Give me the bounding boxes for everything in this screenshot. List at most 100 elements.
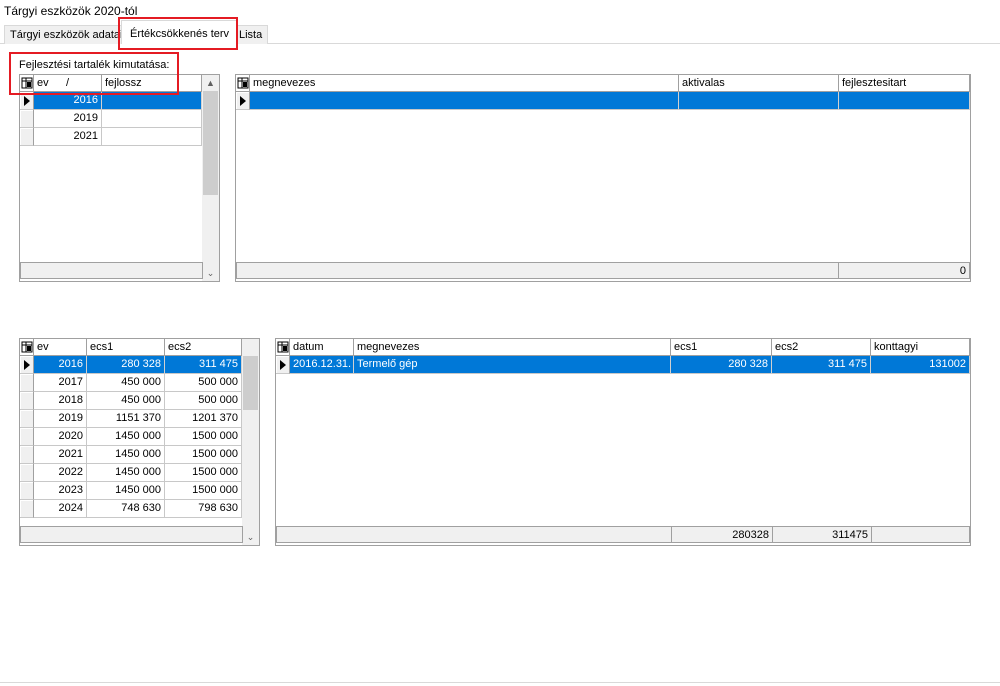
cell-ecs1[interactable]: 1450 000 (87, 482, 165, 500)
grid-column-icon[interactable] (20, 75, 34, 92)
row-pointer-icon (276, 356, 290, 374)
tab-targyi-eszkozok-adatai[interactable]: Tárgyi eszközök adatai (4, 25, 129, 44)
cell-ecs2[interactable]: 311 475 (772, 356, 871, 374)
cell-ecs1[interactable]: 280 328 (87, 356, 165, 374)
table-row[interactable]: 2019 1151 370 1201 370 (20, 410, 242, 428)
cell-ecs1[interactable]: 450 000 (87, 392, 165, 410)
cell-fejlossz[interactable] (102, 110, 202, 128)
table-row[interactable]: 2022 1450 000 1500 000 (20, 464, 242, 482)
ecs-detail-grid: datum megnevezes ecs1 ecs2 konttagyi 201… (275, 338, 971, 546)
cell-ev[interactable]: 2021 (34, 128, 102, 146)
col-header-ecs1[interactable]: ecs1 (671, 339, 772, 356)
table-row[interactable]: 2018 450 000 500 000 (20, 392, 242, 410)
col-header-konttagyi[interactable]: konttagyi (871, 339, 970, 356)
window-bottom-border (0, 682, 1000, 683)
table-row[interactable]: 2016.12.31. Termelő gép 280 328 311 475 … (276, 356, 970, 374)
row-indicator (20, 428, 34, 446)
cell-ecs2[interactable]: 500 000 (165, 392, 242, 410)
tab-ertekcsokkenes-terv[interactable]: Értékcsökkenés terv (121, 20, 239, 44)
cell-ecs1[interactable]: 1151 370 (87, 410, 165, 428)
cell-ev[interactable]: 2019 (34, 410, 87, 428)
col-header-ev[interactable]: ev (34, 339, 87, 356)
row-indicator (20, 410, 34, 428)
ecs-years-grid: ev ecs1 ecs2 2016 280 328 311 475 2017 450 0… (19, 338, 260, 546)
grid-footer (20, 262, 203, 279)
cell-ecs1[interactable]: 450 000 (87, 374, 165, 392)
cell-ecs2[interactable]: 1500 000 (165, 482, 242, 500)
tab-lista[interactable]: Lista (233, 25, 269, 44)
cell-ecs1[interactable]: 1450 000 (87, 446, 165, 464)
col-header-fejlesztesitart[interactable]: fejlesztesitart (839, 75, 970, 92)
scroll-thumb[interactable] (243, 356, 258, 410)
row-indicator (20, 374, 34, 392)
grid-footer (276, 526, 672, 543)
cell-fejlossz[interactable] (102, 128, 202, 146)
col-header-fejlossz[interactable]: fejlossz (102, 75, 202, 92)
cell-fejlesztesitart[interactable] (839, 92, 970, 110)
table-row[interactable]: 2016 280 328 311 475 (20, 356, 242, 374)
cell-ev[interactable]: 2016 (34, 356, 87, 374)
cell-ecs2[interactable]: 1500 000 (165, 428, 242, 446)
row-indicator (20, 500, 34, 518)
vertical-scrollbar[interactable]: ▲ ⌄ (202, 75, 219, 281)
cell-ev[interactable]: 2023 (34, 482, 87, 500)
table-row[interactable]: 2019 (20, 110, 202, 128)
col-header-ecs2[interactable]: ecs2 (772, 339, 871, 356)
cell-ecs2[interactable]: 798 630 (165, 500, 242, 518)
cell-ev[interactable]: 2019 (34, 110, 102, 128)
scroll-down-icon[interactable]: ⌄ (242, 529, 259, 545)
col-header-aktivalas[interactable]: aktivalas (679, 75, 839, 92)
cell-ev[interactable]: 2022 (34, 464, 87, 482)
cell-ecs1[interactable]: 280 328 (671, 356, 772, 374)
cell-megnevezes[interactable] (250, 92, 679, 110)
cell-ev[interactable]: 2024 (34, 500, 87, 518)
footer-konttagyi (871, 526, 970, 543)
fejlesztesi-grid: ev / fejlossz 2016 2019 2021 ▲ ⌄ (19, 74, 220, 282)
cell-ev[interactable]: 2017 (34, 374, 87, 392)
cell-megnevezes[interactable]: Termelő gép (354, 356, 671, 374)
col-header-megnevezes[interactable]: megnevezes (354, 339, 671, 356)
table-row[interactable]: 2017 450 000 500 000 (20, 374, 242, 392)
table-row[interactable]: 2016 (20, 92, 202, 110)
table-row[interactable]: 2023 1450 000 1500 000 (20, 482, 242, 500)
cell-ev[interactable]: 2018 (34, 392, 87, 410)
col-header-ecs1[interactable]: ecs1 (87, 339, 165, 356)
cell-ecs1[interactable]: 748 630 (87, 500, 165, 518)
cell-datum[interactable]: 2016.12.31. (290, 356, 354, 374)
cell-ecs1[interactable]: 1450 000 (87, 464, 165, 482)
cell-konttagyi[interactable]: 131002 (871, 356, 970, 374)
aktivalas-grid: megnevezes aktivalas fejlesztesitart 0 (235, 74, 971, 282)
grid-column-icon[interactable] (236, 75, 250, 92)
row-pointer-icon (20, 356, 34, 374)
grid-footer (236, 262, 839, 279)
scroll-down-icon[interactable]: ⌄ (202, 265, 219, 281)
scroll-thumb[interactable] (203, 91, 218, 195)
cell-ecs2[interactable]: 311 475 (165, 356, 242, 374)
cell-ecs2[interactable]: 500 000 (165, 374, 242, 392)
row-pointer-icon (20, 92, 34, 110)
window-title: Tárgyi eszközök 2020-tól (4, 4, 138, 18)
table-row[interactable]: 2021 (20, 128, 202, 146)
cell-ecs2[interactable]: 1500 000 (165, 446, 242, 464)
grid-column-icon[interactable] (20, 339, 34, 356)
cell-aktivalas[interactable] (679, 92, 839, 110)
table-row[interactable]: 2021 1450 000 1500 000 (20, 446, 242, 464)
col-header-megnevezes[interactable]: megnevezes (250, 75, 679, 92)
col-header-ev[interactable]: ev / (34, 75, 102, 92)
cell-ev[interactable]: 2016 (34, 92, 102, 110)
table-row[interactable]: 2024 748 630 798 630 (20, 500, 242, 518)
cell-ecs2[interactable]: 1500 000 (165, 464, 242, 482)
cell-fejlossz[interactable] (102, 92, 202, 110)
cell-ev[interactable]: 2021 (34, 446, 87, 464)
vertical-scrollbar[interactable]: ⌄ (242, 339, 259, 545)
grid-column-icon[interactable] (276, 339, 290, 356)
col-header-ecs2[interactable]: ecs2 (165, 339, 242, 356)
cell-ev[interactable]: 2020 (34, 428, 87, 446)
row-pointer-icon (236, 92, 250, 110)
col-header-datum[interactable]: datum (290, 339, 354, 356)
cell-ecs2[interactable]: 1201 370 (165, 410, 242, 428)
table-row[interactable]: 2020 1450 000 1500 000 (20, 428, 242, 446)
scroll-up-icon[interactable]: ▲ (202, 75, 219, 91)
cell-ecs1[interactable]: 1450 000 (87, 428, 165, 446)
table-row[interactable] (236, 92, 970, 110)
